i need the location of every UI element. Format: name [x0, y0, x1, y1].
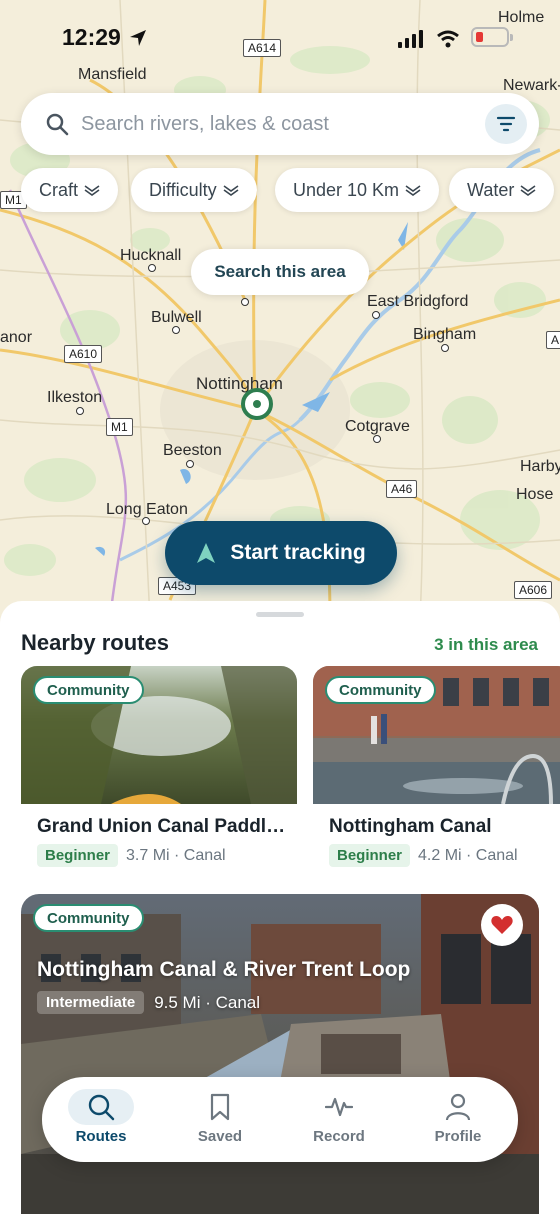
- place-label: Hose: [516, 486, 554, 503]
- search-icon: [46, 113, 69, 136]
- place-dot: [186, 460, 194, 468]
- route-name: Grand Union Canal Paddl…: [37, 816, 286, 837]
- route-photo: [21, 894, 539, 1214]
- road-shield: A46: [386, 480, 418, 498]
- sheet-handle[interactable]: [256, 612, 304, 617]
- chevron-down-icon: [84, 185, 100, 196]
- road-shield: A610: [64, 345, 103, 363]
- featured-route-card[interactable]: Community Nottingham Canal & River Trent…: [21, 894, 539, 1214]
- filter-icon: [496, 116, 516, 132]
- location-arrow-icon: [130, 30, 146, 46]
- tab-label: Profile: [434, 1128, 482, 1145]
- place-dot: [441, 344, 449, 352]
- search-this-area-button[interactable]: Search this area: [191, 249, 369, 295]
- road-shield: A606: [514, 581, 553, 599]
- route-meta: Beginner 3.7 Mi · Canal: [37, 844, 226, 867]
- tab-saved[interactable]: Saved: [170, 1089, 270, 1151]
- start-tracking-button[interactable]: Start tracking: [165, 521, 397, 585]
- level-badge: Beginner: [37, 844, 119, 867]
- place-dot: [373, 435, 381, 443]
- filter-chips: Craft Difficulty Under 10 Km Water: [21, 168, 560, 212]
- route-distance: 3.7 Mi · Canal: [126, 846, 226, 864]
- chip-water[interactable]: Water: [449, 168, 555, 212]
- navigation-arrow-icon: [197, 543, 216, 563]
- chip-craft[interactable]: Craft: [21, 168, 119, 212]
- place-dot: [172, 326, 180, 334]
- tab-label: Record: [313, 1128, 365, 1145]
- chip-label: Difficulty: [149, 179, 217, 200]
- place-label: Hucknall: [120, 247, 182, 264]
- place-label: East Bridgford: [367, 293, 469, 310]
- route-name: Nottingham Canal & River Trent Loop: [37, 958, 411, 981]
- start-tracking-label: Start tracking: [230, 541, 366, 564]
- place-dot: [148, 264, 156, 272]
- chip-difficulty[interactable]: Difficulty: [131, 168, 257, 212]
- status-bar: 12:29: [0, 0, 560, 70]
- chip-label: Under 10 Km: [293, 179, 400, 200]
- wifi-icon: [437, 30, 459, 48]
- place-label: Bingham: [413, 326, 477, 343]
- nearby-routes-title: Nearby routes: [21, 630, 169, 655]
- community-badge: Community: [33, 904, 144, 932]
- community-badge: Community: [33, 676, 144, 704]
- activity-icon: [325, 1089, 353, 1125]
- filter-button[interactable]: [485, 104, 527, 144]
- person-icon: [445, 1089, 471, 1125]
- place-dot: [241, 298, 249, 306]
- chevron-down-icon: [520, 185, 536, 196]
- favorite-button[interactable]: [481, 904, 523, 946]
- chip-label: Water: [467, 179, 515, 200]
- chip-distance[interactable]: Under 10 Km: [275, 168, 440, 212]
- heart-icon: [491, 916, 513, 934]
- tab-label: Routes: [75, 1128, 127, 1145]
- status-time: 12:29: [62, 24, 121, 50]
- search-icon: [68, 1089, 134, 1125]
- place-label: anor: [0, 329, 33, 346]
- place-label: Harby: [520, 458, 560, 475]
- place-label: Cotgrave: [345, 418, 410, 435]
- location-pin-icon[interactable]: [241, 388, 273, 420]
- signal-icon: [398, 30, 423, 48]
- map-view[interactable]: Holme Mansfield Newark-on- Hucknall East…: [0, 0, 560, 620]
- route-name: Nottingham Canal: [329, 816, 492, 837]
- tab-routes[interactable]: Routes: [51, 1089, 151, 1151]
- route-meta: Beginner 4.2 Mi · Canal: [329, 844, 518, 867]
- place-dot: [76, 407, 84, 415]
- community-badge: Community: [325, 676, 436, 704]
- tab-record[interactable]: Record: [289, 1089, 389, 1151]
- search-bar[interactable]: [21, 93, 539, 155]
- tab-profile[interactable]: Profile: [408, 1089, 508, 1151]
- level-badge: Intermediate: [37, 991, 145, 1014]
- search-input[interactable]: [81, 107, 481, 141]
- place-label: Ilkeston: [47, 389, 103, 406]
- place-dot: [372, 311, 380, 319]
- tab-label: Saved: [197, 1128, 243, 1145]
- route-card[interactable]: Community Nottingham Canal Beginner 4.2 …: [313, 666, 560, 871]
- nearby-count: 3 in this area: [434, 635, 538, 654]
- chevron-down-icon: [405, 185, 421, 196]
- tab-bar: Routes Saved Record Profile: [42, 1077, 518, 1162]
- road-shield: A: [546, 331, 560, 349]
- level-badge: Beginner: [329, 844, 411, 867]
- route-card[interactable]: Community Grand Union Canal Paddl… Begin…: [21, 666, 297, 871]
- place-label: Beeston: [163, 442, 222, 459]
- route-distance: 9.5 Mi · Canal: [154, 992, 261, 1012]
- road-shield: M1: [106, 418, 133, 436]
- place-label: Bulwell: [151, 309, 202, 326]
- route-meta: Intermediate 9.5 Mi · Canal: [37, 991, 260, 1014]
- place-dot: [142, 517, 150, 525]
- chip-label: Craft: [39, 179, 79, 200]
- battery-icon: [471, 27, 513, 47]
- chevron-down-icon: [223, 185, 239, 196]
- bookmark-icon: [209, 1089, 231, 1125]
- route-distance: 4.2 Mi · Canal: [418, 846, 518, 864]
